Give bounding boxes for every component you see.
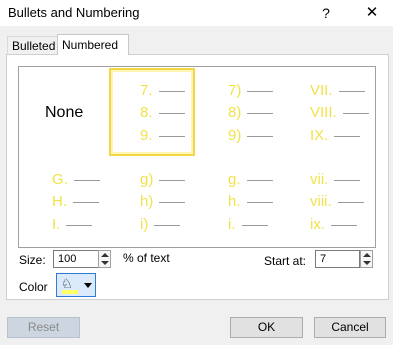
style-line: h.	[228, 193, 273, 210]
tab-bulleted-label: Bulleted	[12, 39, 56, 53]
style-line: i.	[228, 216, 268, 233]
style-line: viii.	[310, 193, 364, 210]
start-at-label: Start at:	[264, 254, 307, 268]
style-line: 7.	[140, 82, 185, 99]
none-label: None	[45, 104, 84, 121]
ok-button[interactable]: OK	[230, 317, 303, 338]
style-line: 7)	[228, 82, 274, 99]
cancel-button[interactable]: Cancel	[314, 317, 386, 338]
dialog-title: Bullets and Numbering	[8, 5, 140, 20]
style-line: H.	[52, 193, 99, 210]
size-label: Size:	[19, 253, 46, 267]
size-input[interactable]: 100	[53, 250, 99, 268]
tab-bulleted[interactable]: Bulleted	[7, 36, 61, 55]
spin-up-icon[interactable]	[101, 253, 109, 257]
style-line: g.	[228, 171, 273, 188]
style-line: ix.	[310, 216, 357, 233]
spin-up-icon[interactable]	[363, 253, 371, 257]
size-spinner[interactable]	[98, 250, 111, 268]
style-line: h)	[140, 193, 186, 210]
reset-button[interactable]: Reset	[7, 317, 80, 338]
tab-numbered[interactable]: Numbered	[57, 34, 129, 55]
style-line: G.	[52, 171, 100, 188]
style-line: VII.	[310, 82, 365, 99]
style-line: 8)	[228, 104, 274, 121]
style-line: 9)	[228, 127, 274, 144]
style-line: 9.	[140, 127, 185, 144]
style-line: g)	[140, 171, 186, 188]
chevron-down-icon	[84, 283, 92, 288]
close-button[interactable]: ✕	[360, 3, 384, 23]
style-line: IX.	[310, 127, 361, 144]
tab-numbered-label: Numbered	[62, 38, 119, 52]
style-line: vii.	[310, 171, 361, 188]
title-bar: Bullets and Numbering ? ✕	[0, 0, 393, 26]
size-percent-label: % of text	[123, 251, 170, 265]
style-line: 8.	[140, 104, 185, 121]
help-button[interactable]: ?	[316, 3, 336, 23]
start-at-input[interactable]: 7	[315, 250, 360, 268]
style-line: I.	[52, 216, 93, 233]
color-label: Color	[19, 280, 48, 294]
style-line: i)	[140, 216, 181, 233]
color-swatch	[62, 290, 78, 294]
start-at-spinner[interactable]	[360, 250, 373, 268]
spin-down-icon[interactable]	[363, 261, 371, 265]
spin-down-icon[interactable]	[101, 261, 109, 265]
color-picker-button[interactable]: ♘	[56, 273, 96, 297]
style-line: VIII.	[310, 104, 369, 121]
